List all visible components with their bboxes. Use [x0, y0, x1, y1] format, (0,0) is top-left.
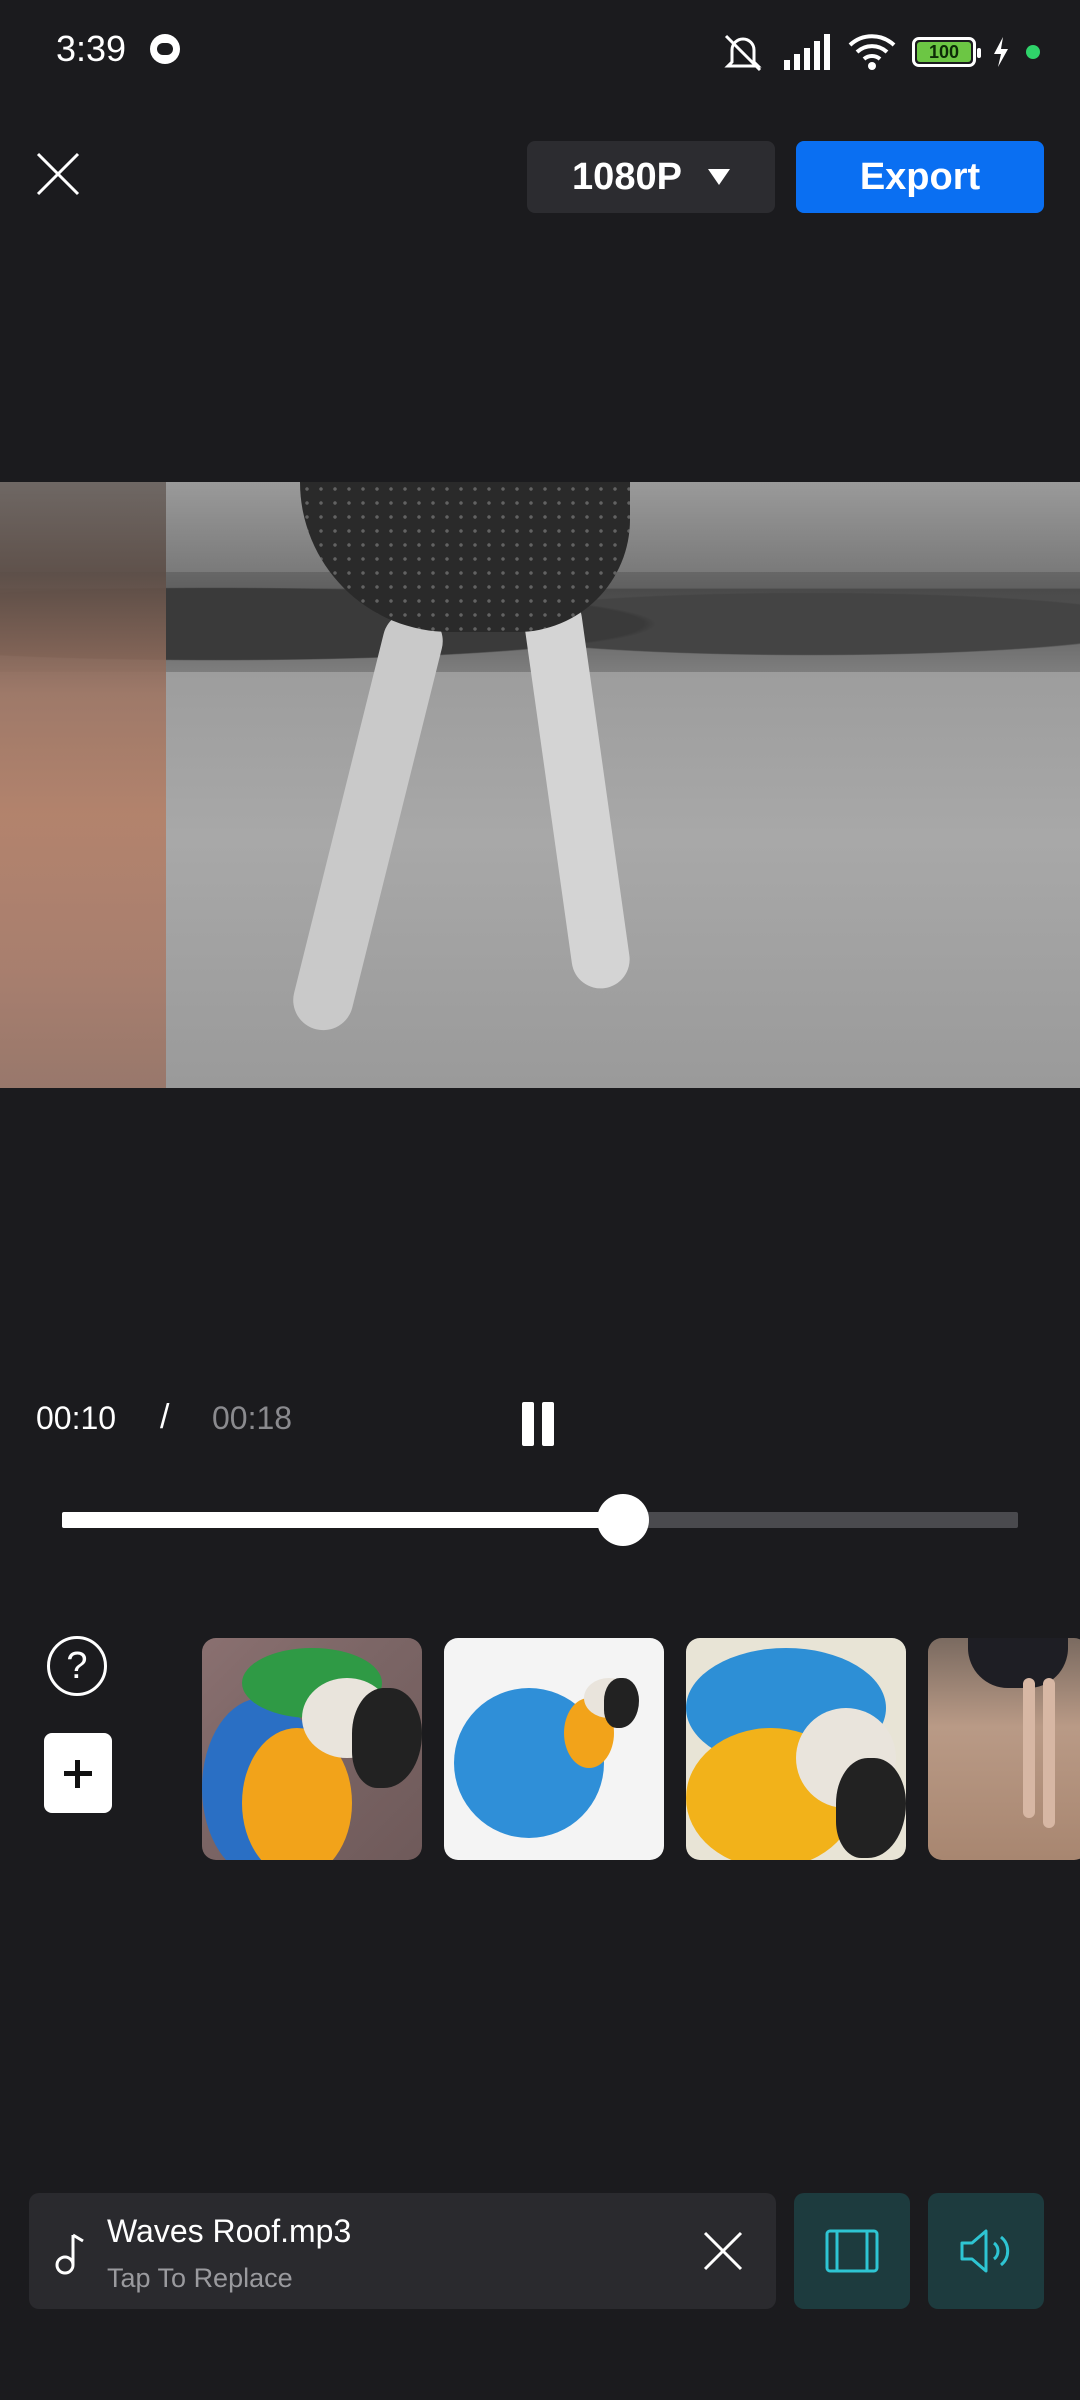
- charging-icon: [994, 37, 1008, 67]
- music-subtitle: Tap To Replace: [107, 2263, 293, 2293]
- volume-button[interactable]: [928, 2193, 1044, 2309]
- pause-icon: [522, 1402, 534, 1446]
- clip-thumbnails: [202, 1638, 1080, 1860]
- wifi-icon: [848, 34, 896, 70]
- cat-app-icon: [150, 34, 180, 64]
- help-icon: ?: [66, 1644, 88, 1687]
- resolution-dropdown[interactable]: 1080P: [527, 141, 775, 213]
- clip-thumbnail[interactable]: [928, 1638, 1080, 1860]
- transition-color-strip: [0, 482, 166, 1088]
- clip-thumbnail[interactable]: [202, 1638, 422, 1860]
- status-time: 3:39: [56, 28, 127, 69]
- mute-bell-icon: [724, 34, 762, 72]
- clip-thumbnail[interactable]: [686, 1638, 906, 1860]
- help-button[interactable]: ?: [47, 1636, 107, 1696]
- video-preview[interactable]: [0, 482, 1080, 1088]
- battery-level: 100: [917, 42, 971, 62]
- speaker-icon: [960, 2229, 1010, 2273]
- video-editor-screen: 3:39 100 1080P Export 00:10 / 00:18 ? Wa…: [0, 0, 1080, 2400]
- status-icons: 100: [720, 30, 1040, 74]
- music-title: Waves Roof.mp3: [107, 2213, 352, 2249]
- export-button[interactable]: Export: [796, 141, 1044, 213]
- music-track-card[interactable]: Waves Roof.mp3 Tap To Replace: [29, 2193, 776, 2309]
- green-dot-icon: [1026, 45, 1040, 59]
- battery-icon: 100: [912, 37, 981, 67]
- resolution-label: 1080P: [572, 155, 682, 198]
- status-bar: 3:39 100: [0, 0, 1080, 100]
- progress-thumb[interactable]: [597, 1494, 650, 1546]
- chevron-down-icon: [707, 169, 730, 185]
- aspect-ratio-icon: [825, 2229, 879, 2273]
- aspect-ratio-button[interactable]: [794, 2193, 910, 2309]
- progress-fill: [62, 1512, 624, 1528]
- time-separator: /: [160, 1398, 170, 1436]
- signal-icon: [784, 34, 830, 70]
- current-time: 00:10: [36, 1400, 117, 1436]
- pause-button[interactable]: [518, 1402, 558, 1446]
- clip-thumbnail[interactable]: [444, 1638, 664, 1860]
- music-note-icon: [55, 2233, 84, 2275]
- remove-music-icon[interactable]: [701, 2229, 745, 2273]
- playback-progress-bar[interactable]: [62, 1494, 1018, 1546]
- total-time: 00:18: [212, 1400, 293, 1436]
- add-clip-button[interactable]: [44, 1733, 112, 1813]
- close-icon[interactable]: [34, 150, 82, 198]
